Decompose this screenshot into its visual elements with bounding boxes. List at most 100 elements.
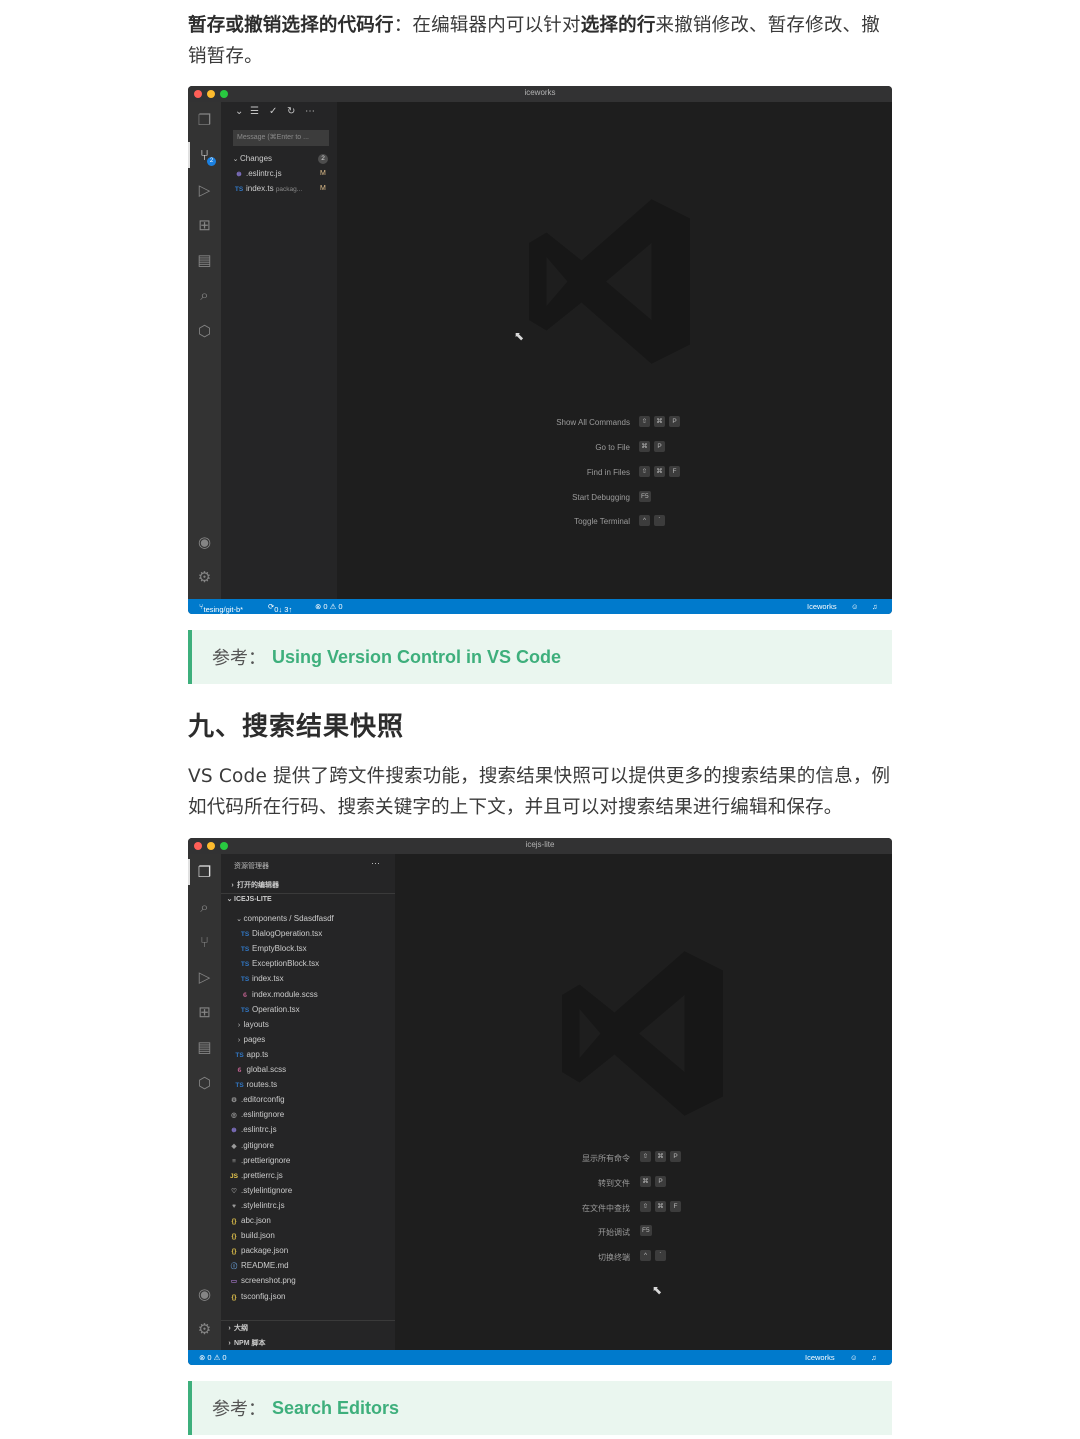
file-type-icon: ϐ	[243, 991, 247, 999]
tree-item-label: components / Sdasdfasdf	[243, 914, 334, 923]
search-icon[interactable]: ⌕	[194, 897, 215, 918]
iceworks-icon[interactable]: ⬡	[194, 321, 215, 342]
account-icon[interactable]: ◉	[194, 1284, 215, 1305]
tree-item-label: index.module.scss	[252, 989, 318, 999]
vscode-logo-watermark	[562, 951, 723, 1116]
shortcut-toggle-terminal: 切换终端 ^ `	[395, 1250, 892, 1264]
tree-file-row[interactable]: {} package.json	[229, 1244, 288, 1258]
tree-file-row[interactable]: ♥ .stylelintrc.js	[229, 1199, 285, 1213]
tree-file-row[interactable]: TS app.ts	[235, 1048, 268, 1062]
tree-folder-row[interactable]: › pages	[235, 1033, 265, 1047]
explorer-icon[interactable]: ❐	[194, 110, 215, 131]
panel-icon[interactable]: ▤	[194, 1037, 215, 1058]
commit-check-icon[interactable]: ✓	[269, 106, 277, 117]
shortcut-keys: ^ `	[640, 1250, 670, 1261]
tree-file-row[interactable]: {} abc.json	[229, 1214, 270, 1228]
tree-file-row[interactable]: ▭ screenshot.png	[229, 1274, 296, 1288]
reference-label: 参考：	[212, 1399, 266, 1420]
tree-item-label: .editorconfig	[241, 1095, 285, 1105]
tree-file-row[interactable]: TS DialogOperation.tsx	[240, 927, 322, 941]
shortcut-show-all-commands: 显示所有命令 ⇧ ⌘ P	[395, 1151, 892, 1165]
file-path: packag...	[275, 186, 303, 193]
tree-file-row[interactable]: {} tsconfig.json	[229, 1290, 285, 1304]
feedback-icon[interactable]: ☺	[850, 1353, 858, 1362]
problems-status[interactable]: ⊗ 0 ⚠ 0	[315, 602, 343, 611]
refresh-icon[interactable]: ↻	[287, 106, 295, 117]
file-type-icon: ♥	[232, 1202, 236, 1210]
tree-file-row[interactable]: TS EmptyBlock.tsx	[240, 942, 307, 956]
list-view-icon[interactable]: ☰	[250, 106, 259, 117]
bell-icon[interactable]: ♫	[871, 1353, 877, 1362]
chevron-down-icon[interactable]: ⌄	[235, 106, 243, 117]
more-actions-icon[interactable]: ⋯	[371, 858, 380, 869]
shortcut-show-all-commands: Show All Commands ⇧ ⌘ P	[337, 416, 892, 430]
gear-icon[interactable]: ⚙	[194, 1319, 215, 1340]
intro-paragraph: 暂存或撤销选择的代码行：在编辑器内可以针对选择的行来撤销修改、暂存修改、撤销暂存…	[188, 10, 892, 72]
tree-file-row[interactable]: ⊛ .eslintrc.js	[229, 1123, 276, 1137]
changed-file-row[interactable]: TS index.ts packag...	[234, 182, 302, 196]
run-debug-icon[interactable]: ▷	[194, 967, 215, 988]
iceworks-status[interactable]: Iceworks	[805, 1353, 835, 1362]
tree-file-row[interactable]: ◎ .eslintignore	[229, 1108, 284, 1122]
file-type-icon: ⓘ	[230, 1263, 238, 1271]
extensions-icon[interactable]: ⊞	[194, 1002, 215, 1023]
shortcut-label: Find in Files	[586, 468, 630, 477]
shortcut-label: Toggle Terminal	[574, 517, 630, 526]
tree-file-row[interactable]: ϐ global.scss	[235, 1063, 287, 1077]
title-bar: iceworks	[188, 86, 892, 102]
tree-file-row[interactable]: ϐ index.module.scss	[240, 988, 318, 1002]
shortcut-keys: F5	[640, 1225, 652, 1236]
explorer-icon[interactable]: ❐	[194, 862, 215, 883]
search-icon[interactable]: ⌕	[194, 285, 215, 306]
feedback-icon[interactable]: ☺	[851, 602, 859, 611]
outline-section[interactable]: › 大纲	[225, 1323, 248, 1333]
commit-message-input[interactable]: Message (⌘Enter to ...	[233, 130, 329, 146]
tree-file-row[interactable]: ≡ .prettierignore	[229, 1154, 290, 1168]
file-name: .eslintrc.js	[246, 169, 282, 178]
shortcut-label: 开始调试	[598, 1228, 630, 1237]
tree-file-row[interactable]: TS Operation.tsx	[240, 1003, 300, 1017]
changes-group[interactable]: ⌄ Changes	[231, 152, 272, 166]
tree-file-row[interactable]: TS routes.ts	[235, 1078, 277, 1092]
tree-item-label: index.tsx	[252, 974, 284, 984]
intro-bold-1: 暂存或撤销选择的代码行	[188, 15, 394, 36]
shortcut-go-to-file: Go to File ⌘ P	[337, 441, 892, 455]
changes-count-badge: 2	[318, 154, 328, 164]
tree-file-row[interactable]: TS ExceptionBlock.tsx	[240, 957, 319, 971]
shortcut-keys: ⇧ ⌘ F	[640, 1201, 685, 1212]
tree-file-row[interactable]: ⓘ README.md	[229, 1259, 289, 1273]
shortcut-go-to-file: 转到文件 ⌘ P	[395, 1176, 892, 1190]
tree-file-row[interactable]: JS .prettierrc.js	[229, 1169, 283, 1183]
problems-status[interactable]: ⊗ 0 ⚠ 0	[199, 1353, 227, 1362]
project-section[interactable]: ⌄ ICEJS-LITE	[225, 895, 272, 903]
tree-folder-row[interactable]: › layouts	[235, 1018, 269, 1032]
account-icon[interactable]: ◉	[194, 532, 215, 553]
iceworks-icon[interactable]: ⬡	[194, 1073, 215, 1094]
extensions-icon[interactable]: ⊞	[194, 215, 215, 236]
run-debug-icon[interactable]: ▷	[194, 180, 215, 201]
bell-icon[interactable]: ♫	[872, 602, 878, 611]
changed-file-row[interactable]: ⊛ .eslintrc.js	[234, 167, 282, 181]
more-actions-icon[interactable]: ⋯	[305, 106, 315, 117]
npm-scripts-section[interactable]: › NPM 脚本	[225, 1338, 265, 1348]
branch-status[interactable]: ⑂ tesing/git-b*	[199, 602, 243, 614]
file-type-icon: TS	[235, 1082, 244, 1090]
chevron-down-icon: ⌄	[232, 156, 239, 163]
reference-link[interactable]: Using Version Control in VS Code	[272, 647, 561, 668]
gear-icon[interactable]: ⚙	[194, 567, 215, 588]
reference-link[interactable]: Search Editors	[272, 1398, 399, 1419]
tree-file-row[interactable]: ◆ .gitignore	[229, 1139, 274, 1153]
tree-file-row[interactable]: ⚙ .editorconfig	[229, 1093, 285, 1107]
source-control-icon[interactable]: ⑂ 2	[194, 145, 216, 166]
source-control-icon[interactable]: ⑂	[194, 932, 215, 953]
tree-folder-row[interactable]: ⌄ components / Sdasdfasdf	[235, 912, 334, 926]
tree-file-row[interactable]: {} build.json	[229, 1229, 274, 1243]
shortcut-label: Go to File	[595, 443, 630, 452]
modified-flag: M	[320, 170, 326, 177]
tree-file-row[interactable]: TS index.tsx	[240, 972, 284, 986]
sync-status[interactable]: ⟳ 0↓ 3↑	[268, 602, 292, 614]
tree-file-row[interactable]: ♡ .stylelintignore	[229, 1184, 292, 1198]
iceworks-status[interactable]: Iceworks	[807, 602, 837, 611]
panel-icon[interactable]: ▤	[194, 250, 215, 271]
open-editors-section[interactable]: › 打开的编辑器	[228, 880, 279, 890]
